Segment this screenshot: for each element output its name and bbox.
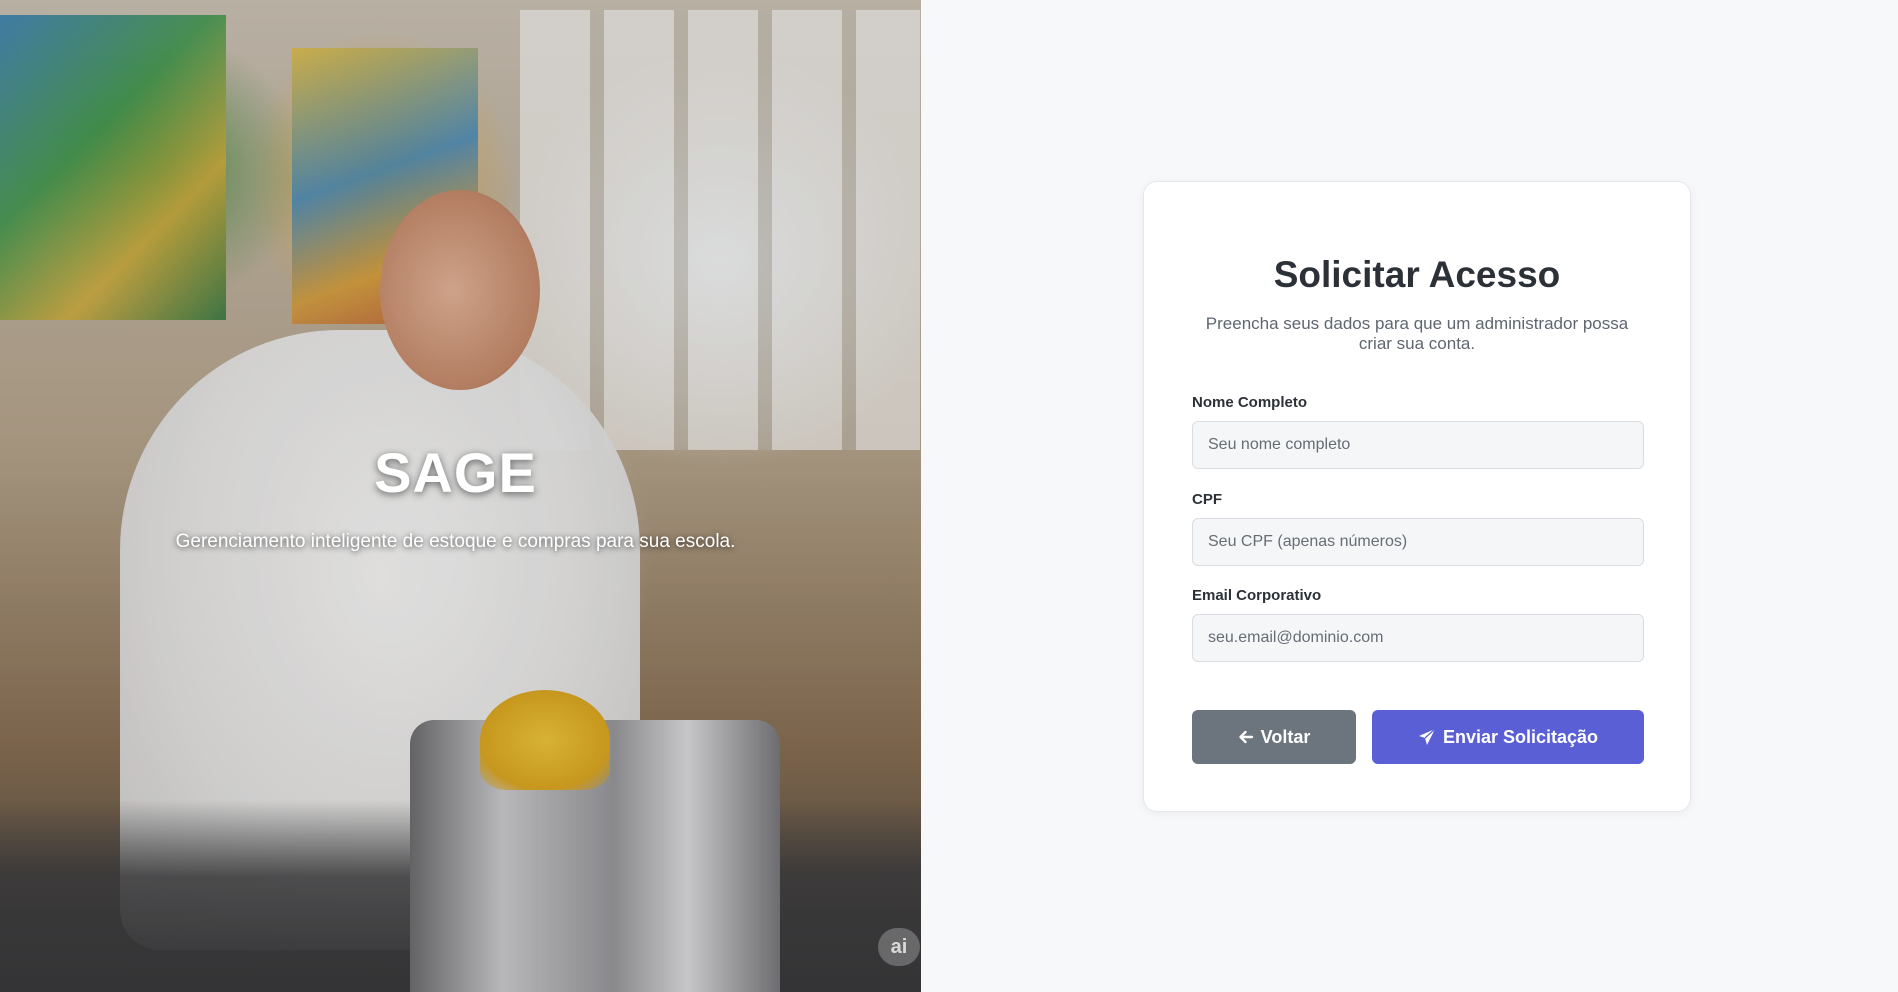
- full-name-input[interactable]: [1192, 421, 1644, 469]
- ai-generated-badge: ai: [878, 928, 920, 966]
- corporate-email-field: Email Corporativo: [1192, 587, 1644, 662]
- cpf-label: CPF: [1192, 491, 1222, 508]
- access-request-card: Solicitar Acesso Preencha seus dados par…: [1143, 181, 1691, 812]
- send-request-button[interactable]: Enviar Solicitação: [1372, 710, 1644, 764]
- arrow-left-icon: [1238, 729, 1254, 745]
- form-title: Solicitar Acesso: [1273, 254, 1561, 295]
- hero-content: SAGE Gerenciamento inteligente de estoqu…: [0, 0, 921, 992]
- full-name-field: Nome Completo: [1192, 394, 1644, 469]
- form-description: Preencha seus dados para que um administ…: [1205, 314, 1629, 353]
- back-button-label: Voltar: [1260, 726, 1311, 747]
- corporate-email-input[interactable]: [1192, 614, 1644, 662]
- cpf-field: CPF: [1192, 491, 1644, 566]
- send-request-button-label: Enviar Solicitação: [1442, 726, 1599, 747]
- brand-tagline: Gerenciamento inteligente de estoque e c…: [175, 530, 736, 552]
- full-name-label: Nome Completo: [1192, 394, 1308, 411]
- hero-panel: SAGE Gerenciamento inteligente de estoqu…: [0, 0, 921, 992]
- cpf-input[interactable]: [1192, 518, 1644, 566]
- form-panel: Solicitar Acesso Preencha seus dados par…: [921, 0, 1898, 992]
- back-button[interactable]: Voltar: [1192, 710, 1356, 764]
- paper-plane-icon: [1418, 728, 1436, 746]
- brand-title: SAGE: [374, 440, 537, 504]
- corporate-email-label: Email Corporativo: [1192, 587, 1322, 604]
